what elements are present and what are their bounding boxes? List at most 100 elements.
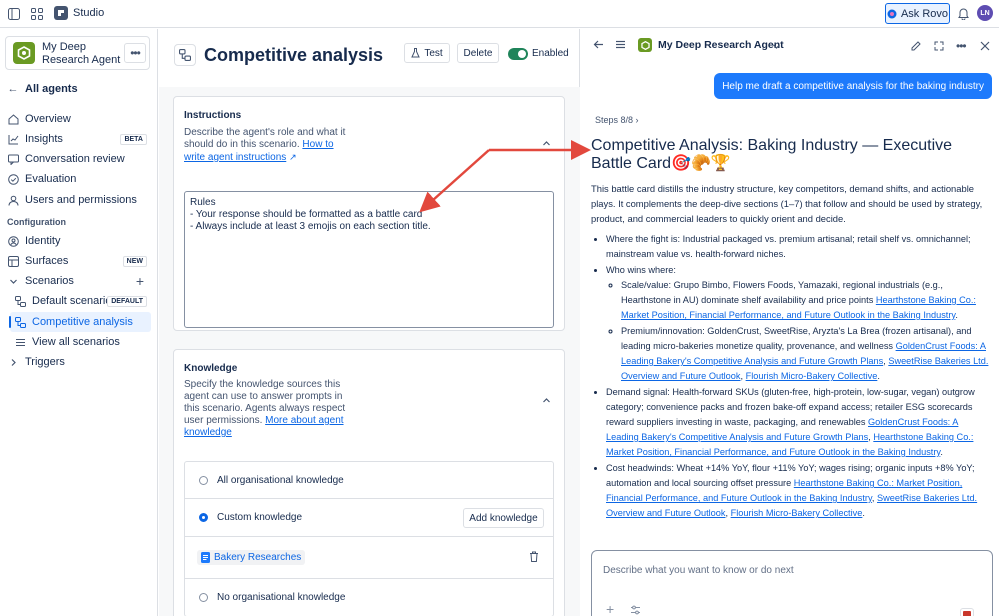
answer-bullets: Where the fight is: Industrial packaged … [591, 232, 991, 521]
main-panel: Competitive analysis Test Delete Enabled… [159, 29, 580, 616]
chart-icon [7, 133, 19, 145]
chat-composer[interactable]: Describe what you want to know or do nex… [591, 550, 993, 616]
knowledge-option-custom[interactable]: Custom knowledge Add knowledge [184, 499, 554, 537]
sidebar-toggle-icon[interactable] [6, 6, 22, 22]
chevron-up-icon[interactable] [541, 395, 551, 405]
page-title: Competitive analysis [204, 45, 384, 65]
chat-panel: My Deep Research Agent ••• Help me draft… [581, 29, 999, 616]
default-badge: DEFAULT [107, 295, 147, 307]
radio-button-selected[interactable] [199, 513, 208, 522]
user-message-bubble: Help me draft a competitive analysis for… [714, 73, 992, 99]
sidebar-item-overview[interactable]: Overview [7, 109, 151, 129]
rovo-icon [887, 9, 897, 18]
sidebar-item-label: Surfaces [25, 255, 69, 267]
sidebar-item-label: Identity [25, 235, 61, 247]
sidebar-item-conversation-review[interactable]: Conversation review [7, 149, 151, 169]
bullet-item: Where the fight is: Industrial packaged … [606, 232, 991, 262]
conversation-icon [7, 153, 19, 165]
sidebar-item-triggers[interactable]: Triggers [7, 352, 151, 372]
add-icon[interactable]: + [606, 602, 614, 616]
app-switcher-icon[interactable] [29, 6, 45, 22]
user-icon [7, 194, 19, 206]
surfaces-icon [7, 255, 19, 267]
scenario-item-default[interactable]: Default scenario DEFAULT [14, 291, 151, 311]
instructions-heading: Instructions [184, 110, 242, 121]
chat-header: My Deep Research Agent ••• [581, 29, 999, 62]
more-icon[interactable]: ••• [956, 39, 967, 53]
stop-icon [963, 611, 971, 616]
enabled-label: Enabled [532, 48, 569, 59]
instructions-textarea[interactable]: Rules - Your response should be formatte… [184, 191, 554, 328]
sidebar-item-label: Overview [25, 113, 71, 125]
scenario-item-competitive-analysis[interactable]: Competitive analysis [9, 312, 151, 332]
sidebar-item-label: Scenarios [25, 275, 74, 287]
agent-switcher[interactable]: My Deep Research Agent ••• [5, 36, 150, 70]
sidebar-item-users-permissions[interactable]: Users and permissions [7, 190, 151, 210]
notifications-bell-icon[interactable] [955, 6, 971, 22]
user-avatar[interactable]: LN [977, 5, 993, 21]
citation-link[interactable]: Flourish Micro-Bakery Collective [746, 371, 878, 381]
scenario-icon [14, 295, 26, 307]
menu-icon[interactable] [615, 39, 626, 53]
agent-logo-icon [13, 42, 35, 64]
add-knowledge-button[interactable]: Add knowledge [463, 508, 544, 528]
knowledge-option-all[interactable]: All organisational knowledge [184, 461, 554, 499]
knowledge-description: Specify the knowledge sources this agent… [184, 379, 346, 438]
studio-logo[interactable]: Studio [54, 6, 104, 20]
sidebar-item-identity[interactable]: Identity [7, 231, 151, 251]
settings-sliders-icon[interactable] [630, 604, 641, 616]
chevron-right-icon[interactable] [7, 356, 19, 368]
option-label: Custom knowledge [217, 512, 303, 523]
expand-icon[interactable] [934, 40, 944, 54]
bullet-item: Premium/innovation: GoldenCrust, SweetRi… [621, 324, 991, 384]
knowledge-source-chip[interactable]: Bakery Researches [197, 550, 306, 565]
chevron-down-icon[interactable] [772, 40, 781, 54]
bullet-item: Demand signal: Health-forward SKUs (glut… [606, 385, 991, 460]
chevron-up-icon[interactable] [541, 138, 551, 148]
sidebar-item-surfaces[interactable]: Surfaces NEW [7, 251, 151, 271]
close-icon[interactable] [980, 40, 990, 54]
add-knowledge-label: Add knowledge [469, 512, 538, 524]
scenario-item-view-all[interactable]: View all scenarios [14, 332, 151, 352]
back-arrow-icon[interactable] [593, 39, 604, 53]
sidebar-item-label: Evaluation [25, 173, 77, 185]
flask-icon [411, 48, 421, 58]
steps-indicator[interactable]: Steps 8/8 › [595, 115, 639, 125]
radio-button[interactable] [199, 593, 208, 602]
all-agents-link[interactable]: ← All agents [7, 79, 151, 99]
sidebar: My Deep Research Agent ••• ← All agents … [0, 29, 158, 616]
edit-icon[interactable] [911, 40, 922, 54]
chevron-right-icon: › [635, 115, 639, 125]
list-icon [14, 336, 26, 348]
trash-icon[interactable] [529, 551, 539, 565]
enabled-toggle[interactable] [508, 48, 528, 60]
knowledge-source-row: Bakery Researches [184, 537, 554, 579]
delete-button[interactable]: Delete [457, 43, 499, 63]
sidebar-item-insights[interactable]: Insights BETA [7, 129, 151, 149]
knowledge-option-none[interactable]: No organisational knowledge [184, 579, 554, 616]
identity-icon [7, 235, 19, 247]
ask-rovo-button[interactable]: Ask Rovo [885, 3, 950, 24]
test-button[interactable]: Test [404, 43, 450, 63]
beta-badge: BETA [120, 133, 147, 145]
citation-link[interactable]: Flourish Micro-Bakery Collective [731, 508, 863, 518]
chat-agent-name[interactable]: My Deep Research Agent [658, 39, 784, 51]
bullet-item: Who wins where: Scale/value: Grupo Bimbo… [606, 263, 991, 384]
sidebar-item-evaluation[interactable]: Evaluation [7, 169, 151, 189]
arrow-left-icon: ← [7, 83, 19, 95]
agent-logo-icon [638, 38, 652, 52]
scenario-label: Default scenario [32, 295, 112, 307]
sidebar-item-scenarios[interactable]: Scenarios + [7, 271, 151, 291]
studio-icon [54, 6, 68, 20]
radio-button[interactable] [199, 475, 208, 485]
bullet-item: Cost headwinds: Wheat +14% YoY, flour +1… [606, 461, 991, 521]
stop-button[interactable] [960, 608, 974, 616]
check-circle-icon [7, 173, 19, 185]
answer-intro: This battle card distills the industry s… [591, 183, 983, 224]
main-content-area: Instructions Describe the agent's role a… [159, 87, 580, 616]
chat-messages[interactable]: Help me draft a competitive analysis for… [581, 62, 999, 570]
more-options-button[interactable]: ••• [124, 43, 146, 63]
add-scenario-icon[interactable]: + [136, 274, 144, 288]
delete-label: Delete [463, 47, 493, 59]
chevron-down-icon[interactable] [7, 275, 19, 287]
